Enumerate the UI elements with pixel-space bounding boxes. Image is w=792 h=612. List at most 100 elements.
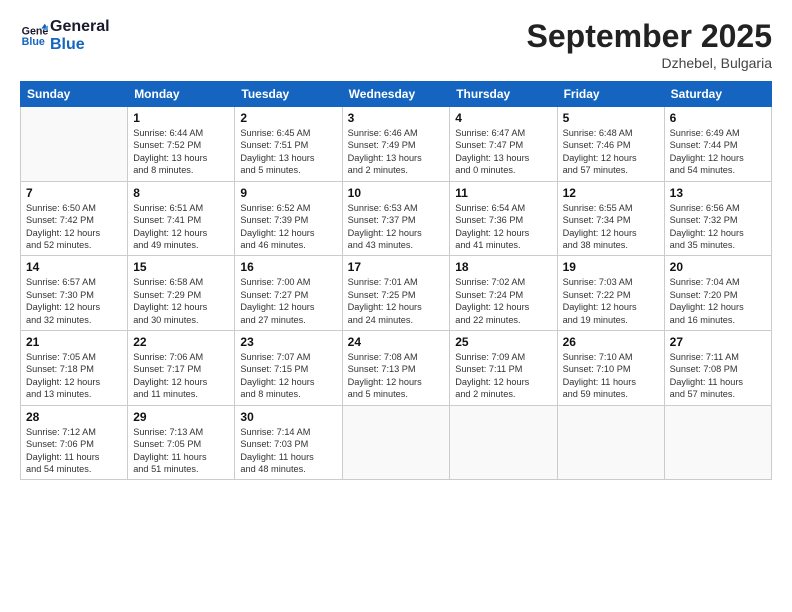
week-row-1: 1Sunrise: 6:44 AM Sunset: 7:52 PM Daylig… (21, 107, 772, 182)
day-cell: 23 Sunrise: 7:07 AM Sunset: 7:15 PM Dayli… (235, 331, 342, 406)
day-number: 25 (455, 335, 551, 349)
day-number: 19 (563, 260, 659, 274)
day-info: Sunrise: 6:50 AM Sunset: 7:42 PM Dayligh… (26, 202, 122, 252)
day-number: 16 (240, 260, 336, 274)
day-number: 12 (563, 186, 659, 200)
day-number: 4 (455, 111, 551, 125)
location: Dzhebel, Bulgaria (527, 55, 772, 71)
day-info: Sunrise: 6:56 AM Sunset: 7:32 PM Dayligh… (670, 202, 766, 252)
day-number: 10 (348, 186, 445, 200)
day-info: Sunrise: 6:53 AM Sunset: 7:37 PM Dayligh… (348, 202, 445, 252)
day-info: Sunrise: 6:49 AM Sunset: 7:44 PM Dayligh… (670, 127, 766, 177)
day-cell: 8 Sunrise: 6:51 AM Sunset: 7:41 PM Daylig… (128, 181, 235, 256)
day-info: Sunrise: 7:14 AM Sunset: 7:03 PM Dayligh… (240, 426, 336, 476)
day-cell: 20Sunrise: 7:04 AM Sunset: 7:20 PM Dayli… (664, 256, 771, 331)
day-number: 13 (670, 186, 766, 200)
logo: General Blue General Blue (20, 18, 110, 53)
day-number: 11 (455, 186, 551, 200)
day-cell: 29 Sunrise: 7:13 AM Sunset: 7:05 PM Dayli… (128, 405, 235, 480)
day-number: 7 (26, 186, 122, 200)
day-number: 8 (133, 186, 229, 200)
day-number: 26 (563, 335, 659, 349)
day-cell: 4 Sunrise: 6:47 AM Sunset: 7:47 PM Daylig… (450, 107, 557, 182)
day-info: Sunrise: 6:45 AM Sunset: 7:51 PM Dayligh… (240, 127, 336, 177)
day-number: 14 (26, 260, 122, 274)
day-info: Sunrise: 7:10 AM Sunset: 7:10 PM Dayligh… (563, 351, 659, 401)
day-info: Sunrise: 7:08 AM Sunset: 7:13 PM Dayligh… (348, 351, 445, 401)
day-number: 23 (240, 335, 336, 349)
day-info: Sunrise: 6:58 AM Sunset: 7:29 PM Dayligh… (133, 276, 229, 326)
week-row-4: 21Sunrise: 7:05 AM Sunset: 7:18 PM Dayli… (21, 331, 772, 406)
day-number: 21 (26, 335, 122, 349)
day-cell: 24 Sunrise: 7:08 AM Sunset: 7:13 PM Dayli… (342, 331, 450, 406)
calendar-header-row: SundayMondayTuesdayWednesdayThursdayFrid… (21, 82, 772, 107)
day-cell: 22 Sunrise: 7:06 AM Sunset: 7:17 PM Dayli… (128, 331, 235, 406)
col-header-saturday: Saturday (664, 82, 771, 107)
day-cell: 6 Sunrise: 6:49 AM Sunset: 7:44 PM Daylig… (664, 107, 771, 182)
day-info: Sunrise: 6:44 AM Sunset: 7:52 PM Dayligh… (133, 127, 229, 177)
day-number: 15 (133, 260, 229, 274)
week-row-3: 14Sunrise: 6:57 AM Sunset: 7:30 PM Dayli… (21, 256, 772, 331)
logo-blue: Blue (50, 36, 110, 54)
day-info: Sunrise: 7:01 AM Sunset: 7:25 PM Dayligh… (348, 276, 445, 326)
week-row-2: 7 Sunrise: 6:50 AM Sunset: 7:42 PM Daylig… (21, 181, 772, 256)
logo-icon: General Blue (20, 22, 48, 50)
day-number: 2 (240, 111, 336, 125)
day-cell: 21Sunrise: 7:05 AM Sunset: 7:18 PM Dayli… (21, 331, 128, 406)
day-info: Sunrise: 6:47 AM Sunset: 7:47 PM Dayligh… (455, 127, 551, 177)
day-info: Sunrise: 7:07 AM Sunset: 7:15 PM Dayligh… (240, 351, 336, 401)
day-cell: 30Sunrise: 7:14 AM Sunset: 7:03 PM Dayli… (235, 405, 342, 480)
day-cell: 5Sunrise: 6:48 AM Sunset: 7:46 PM Daylig… (557, 107, 664, 182)
day-info: Sunrise: 7:06 AM Sunset: 7:17 PM Dayligh… (133, 351, 229, 401)
col-header-thursday: Thursday (450, 82, 557, 107)
title-block: September 2025 Dzhebel, Bulgaria (527, 18, 772, 71)
col-header-wednesday: Wednesday (342, 82, 450, 107)
day-info: Sunrise: 7:12 AM Sunset: 7:06 PM Dayligh… (26, 426, 122, 476)
day-cell (664, 405, 771, 480)
day-info: Sunrise: 7:00 AM Sunset: 7:27 PM Dayligh… (240, 276, 336, 326)
day-info: Sunrise: 7:02 AM Sunset: 7:24 PM Dayligh… (455, 276, 551, 326)
day-cell (21, 107, 128, 182)
day-number: 9 (240, 186, 336, 200)
day-cell: 13 Sunrise: 6:56 AM Sunset: 7:32 PM Dayli… (664, 181, 771, 256)
calendar-table: SundayMondayTuesdayWednesdayThursdayFrid… (20, 81, 772, 480)
day-info: Sunrise: 6:46 AM Sunset: 7:49 PM Dayligh… (348, 127, 445, 177)
month-title: September 2025 (527, 18, 772, 55)
day-cell: 17Sunrise: 7:01 AM Sunset: 7:25 PM Dayli… (342, 256, 450, 331)
day-info: Sunrise: 7:09 AM Sunset: 7:11 PM Dayligh… (455, 351, 551, 401)
day-number: 5 (563, 111, 659, 125)
day-cell: 26 Sunrise: 7:10 AM Sunset: 7:10 PM Dayli… (557, 331, 664, 406)
day-cell: 2 Sunrise: 6:45 AM Sunset: 7:51 PM Daylig… (235, 107, 342, 182)
day-number: 29 (133, 410, 229, 424)
day-info: Sunrise: 6:51 AM Sunset: 7:41 PM Dayligh… (133, 202, 229, 252)
day-number: 27 (670, 335, 766, 349)
day-cell: 14Sunrise: 6:57 AM Sunset: 7:30 PM Dayli… (21, 256, 128, 331)
page: General Blue General Blue September 2025… (0, 0, 792, 612)
day-cell: 27 Sunrise: 7:11 AM Sunset: 7:08 PM Dayli… (664, 331, 771, 406)
day-number: 28 (26, 410, 122, 424)
day-cell: 10 Sunrise: 6:53 AM Sunset: 7:37 PM Dayli… (342, 181, 450, 256)
day-info: Sunrise: 6:52 AM Sunset: 7:39 PM Dayligh… (240, 202, 336, 252)
day-info: Sunrise: 6:55 AM Sunset: 7:34 PM Dayligh… (563, 202, 659, 252)
day-info: Sunrise: 6:54 AM Sunset: 7:36 PM Dayligh… (455, 202, 551, 252)
day-cell: 1Sunrise: 6:44 AM Sunset: 7:52 PM Daylig… (128, 107, 235, 182)
day-number: 24 (348, 335, 445, 349)
day-cell: 3 Sunrise: 6:46 AM Sunset: 7:49 PM Daylig… (342, 107, 450, 182)
day-number: 18 (455, 260, 551, 274)
day-cell: 16 Sunrise: 7:00 AM Sunset: 7:27 PM Dayli… (235, 256, 342, 331)
day-cell: 12 Sunrise: 6:55 AM Sunset: 7:34 PM Dayli… (557, 181, 664, 256)
day-info: Sunrise: 7:11 AM Sunset: 7:08 PM Dayligh… (670, 351, 766, 401)
col-header-friday: Friday (557, 82, 664, 107)
col-header-monday: Monday (128, 82, 235, 107)
day-number: 22 (133, 335, 229, 349)
day-cell: 7 Sunrise: 6:50 AM Sunset: 7:42 PM Daylig… (21, 181, 128, 256)
day-info: Sunrise: 7:13 AM Sunset: 7:05 PM Dayligh… (133, 426, 229, 476)
day-number: 6 (670, 111, 766, 125)
svg-text:Blue: Blue (22, 36, 45, 48)
logo-general: General (50, 18, 110, 36)
day-number: 20 (670, 260, 766, 274)
day-number: 3 (348, 111, 445, 125)
day-cell: 11 Sunrise: 6:54 AM Sunset: 7:36 PM Dayli… (450, 181, 557, 256)
day-cell: 19Sunrise: 7:03 AM Sunset: 7:22 PM Dayli… (557, 256, 664, 331)
day-cell: 18 Sunrise: 7:02 AM Sunset: 7:24 PM Dayli… (450, 256, 557, 331)
